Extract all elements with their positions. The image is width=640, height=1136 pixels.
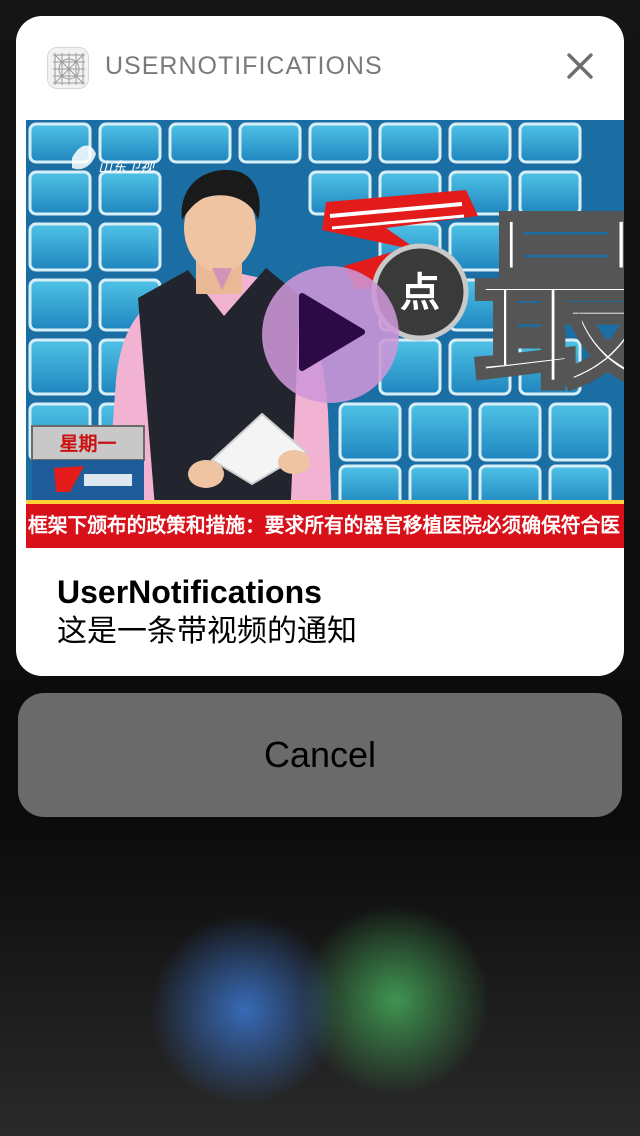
ticker-text: 框架下颁布的政策和措施：要求所有的器官移植医院必须确保符合医: [28, 513, 620, 537]
weekday-label: 星期一: [59, 433, 116, 455]
close-icon: [566, 52, 594, 85]
play-button[interactable]: [262, 266, 399, 403]
notification-header: USERNOTIFICATIONS: [16, 16, 624, 120]
program-logo-big-char: 最: [471, 194, 624, 415]
video-attachment[interactable]: 山东卫视 点 最 星期一 框架下颁布的政策和措施：要求所有的器官移植医院必须确保…: [26, 120, 624, 548]
close-button[interactable]: [560, 48, 600, 88]
app-name: USERNOTIFICATIONS: [105, 52, 383, 80]
notification-card: USERNOTIFICATIONS 山东卫视 点 最 星期一 框架下颁布的政策和…: [16, 16, 624, 676]
cancel-button[interactable]: Cancel: [18, 693, 622, 817]
channel-logo-label: 山东卫视: [98, 160, 156, 176]
news-ticker: 框架下颁布的政策和措施：要求所有的器官移植医院必须确保符合医: [26, 500, 624, 548]
notification-body: 这是一条带视频的通知: [57, 614, 357, 649]
play-icon: [296, 292, 366, 377]
weekday-box: 星期一: [31, 425, 145, 500]
notification-content: UserNotifications 这是一条带视频的通知: [57, 574, 597, 652]
notification-title: UserNotifications: [57, 574, 322, 610]
grid-app-icon: [47, 47, 89, 89]
program-logo-text: 点: [400, 270, 440, 316]
